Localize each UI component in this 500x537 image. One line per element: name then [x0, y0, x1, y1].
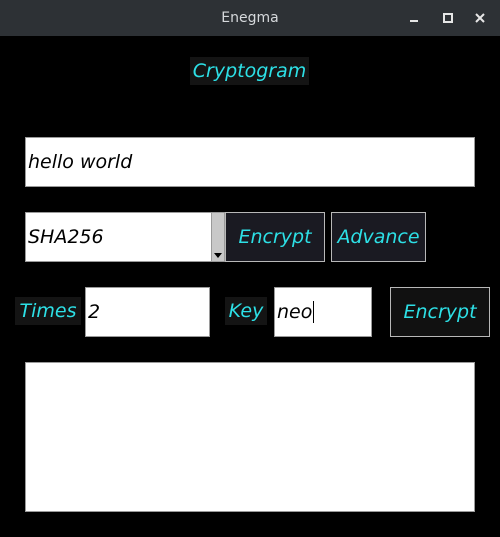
title-bar: Enegma [0, 0, 500, 36]
minimize-icon [410, 20, 418, 22]
advance-button[interactable]: Advance [331, 212, 426, 262]
message-input-value: hello world [28, 151, 133, 173]
message-input[interactable]: hello world [25, 137, 475, 187]
maximize-button[interactable] [438, 8, 458, 28]
key-input[interactable]: neo [274, 287, 372, 337]
times-label: Times [15, 297, 81, 325]
encrypt-button[interactable]: Encrypt [225, 212, 325, 262]
times-input[interactable]: 2 [85, 287, 210, 337]
text-cursor [313, 301, 315, 323]
encrypt-with-key-button[interactable]: Encrypt [390, 287, 490, 337]
algorithm-select[interactable]: SHA256 [25, 212, 225, 262]
times-input-value: 2 [88, 301, 101, 323]
algorithm-select-value: SHA256 [28, 226, 104, 248]
page-title: Cryptogram [190, 57, 309, 85]
close-icon [475, 13, 485, 23]
output-textarea[interactable] [25, 362, 475, 512]
chevron-down-icon[interactable] [214, 253, 222, 258]
key-label: Key [225, 297, 267, 325]
minimize-button[interactable] [404, 8, 424, 28]
close-button[interactable] [470, 8, 490, 28]
window-title: Enegma [221, 10, 279, 26]
maximize-icon [443, 13, 453, 23]
key-input-value: neo [277, 301, 313, 323]
